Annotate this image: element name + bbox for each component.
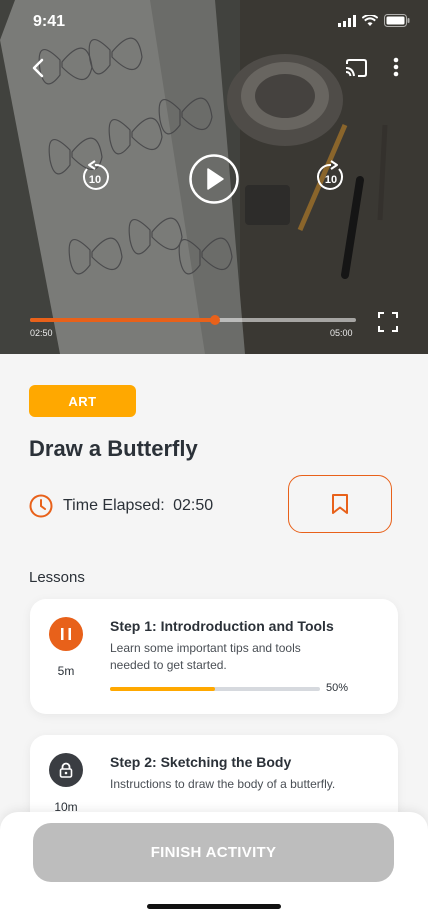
forward-button[interactable]: 10	[314, 158, 348, 194]
rewind-button[interactable]: 10	[78, 158, 112, 194]
status-bar: 9:41	[0, 0, 428, 44]
battery-icon	[384, 14, 410, 27]
lesson-title: Step 2: Sketching the Body	[110, 754, 292, 770]
chevron-left-icon	[32, 58, 44, 78]
home-indicator	[147, 904, 281, 909]
back-button[interactable]	[24, 54, 52, 82]
wifi-icon	[362, 14, 378, 26]
locked-indicator	[49, 753, 83, 787]
cellular-signal-icon	[338, 14, 356, 27]
bottom-action-bar: FINISH ACTIVITY	[0, 812, 428, 917]
progress-handle[interactable]	[209, 315, 220, 325]
more-options-button[interactable]	[384, 54, 408, 80]
lessons-heading: Lessons	[29, 569, 85, 586]
category-badge: ART	[29, 385, 136, 417]
time-elapsed: Time Elapsed: 02:50	[29, 494, 213, 518]
rewind-10-icon: 10	[82, 160, 109, 190]
clock-icon	[29, 494, 53, 518]
play-icon	[189, 154, 239, 204]
lock-icon	[59, 762, 73, 778]
lesson-progress-bar	[110, 687, 320, 691]
rewind-seconds-label: 10	[89, 174, 101, 186]
forward-10-icon: 10	[317, 160, 344, 190]
fullscreen-button[interactable]	[376, 310, 400, 334]
cast-icon	[345, 59, 367, 77]
play-button[interactable]	[189, 154, 239, 204]
status-icons	[338, 14, 410, 27]
more-vertical-icon	[393, 57, 399, 77]
fullscreen-icon	[378, 312, 398, 332]
lesson-progress-fill	[110, 687, 215, 691]
elapsed-time-label: 02:50	[30, 328, 53, 338]
bookmark-icon	[332, 494, 348, 514]
pause-button[interactable]	[49, 617, 83, 651]
lesson-progress-label: 50%	[326, 682, 349, 694]
duration-label: 05:00	[330, 328, 353, 338]
activity-title: Draw a Butterfly	[29, 436, 198, 461]
time-elapsed-value: 02:50	[173, 497, 214, 514]
lesson-card-step-1[interactable]: 5m Step 1: Introdroduction and Tools Lea…	[30, 599, 398, 714]
lesson-description: Instructions to draw the body of a butte…	[110, 777, 336, 791]
forward-seconds-label: 10	[325, 174, 337, 186]
lesson-title: Step 1: Introdroduction and Tools	[110, 618, 334, 634]
bookmark-button[interactable]	[288, 475, 392, 533]
lesson-description: Learn some important tips and tools need…	[110, 641, 301, 672]
pause-icon	[61, 628, 71, 640]
lesson-duration: 5m	[57, 664, 75, 678]
video-player[interactable]: 9:41 10 10 02:50 05:00	[0, 0, 428, 354]
finish-activity-button[interactable]: FINISH ACTIVITY	[33, 823, 394, 882]
cast-button[interactable]	[342, 55, 370, 81]
progress-fill	[30, 318, 215, 322]
status-time: 9:41	[33, 13, 66, 30]
video-progress-slider[interactable]	[30, 315, 356, 325]
time-elapsed-label: Time Elapsed:	[63, 497, 165, 514]
